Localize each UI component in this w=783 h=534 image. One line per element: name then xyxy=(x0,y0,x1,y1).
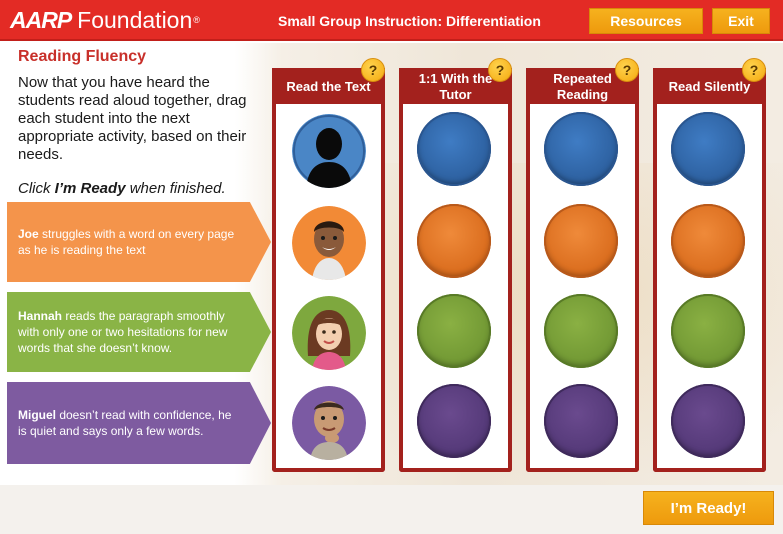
column-read-the-text: Read the Text ? xyxy=(272,58,385,472)
student-card-joe[interactable]: Joe struggles with a word on every page … xyxy=(7,202,271,282)
student-card-miguel[interactable]: Miguel doesn’t read with confidence, he … xyxy=(7,382,271,464)
drop-slot-purple[interactable] xyxy=(544,384,618,458)
column-repeated-reading: Repeated Reading ? xyxy=(526,58,639,472)
exit-button[interactable]: Exit xyxy=(712,8,770,34)
instructions-text: Now that you have heard the students rea… xyxy=(18,74,247,163)
drop-slot-purple[interactable] xyxy=(671,384,745,458)
drop-slot-blue[interactable] xyxy=(671,112,745,186)
hannah-avatar xyxy=(292,296,366,370)
miguel-avatar xyxy=(292,386,366,460)
section-title: Reading Fluency xyxy=(18,48,147,65)
drop-slot-purple[interactable] xyxy=(417,384,491,458)
course-title: Small Group Instruction: Differentiation xyxy=(278,13,541,29)
drop-slot-orange[interactable] xyxy=(544,204,618,278)
column-read-silently: Read Silently ? xyxy=(653,58,766,472)
student-card-hannah[interactable]: Hannah reads the paragraph smoothly with… xyxy=(7,292,271,372)
drop-slot-green[interactable] xyxy=(671,294,745,368)
drop-slot-orange[interactable] xyxy=(671,204,745,278)
header-bar: AARP Foundation ® Small Group Instructio… xyxy=(0,0,783,41)
im-ready-button[interactable]: I’m Ready! xyxy=(643,491,774,525)
help-icon[interactable]: ? xyxy=(615,58,639,82)
help-icon[interactable]: ? xyxy=(488,58,512,82)
click-note: Click I’m Ready when finished. xyxy=(18,180,226,197)
drop-slot-orange[interactable] xyxy=(417,204,491,278)
drop-slot-green[interactable] xyxy=(544,294,618,368)
silhouette-avatar xyxy=(292,114,366,188)
column-one-on-one-tutor: 1:1 With the Tutor ? xyxy=(399,58,512,472)
aarp-foundation-logo: AARP Foundation ® xyxy=(10,6,200,33)
drop-slot-green[interactable] xyxy=(417,294,491,368)
help-icon[interactable]: ? xyxy=(361,58,385,82)
joe-avatar xyxy=(292,206,366,280)
help-icon[interactable]: ? xyxy=(742,58,766,82)
resources-button[interactable]: Resources xyxy=(589,8,703,34)
drop-slot-blue[interactable] xyxy=(544,112,618,186)
drop-slot-blue[interactable] xyxy=(417,112,491,186)
